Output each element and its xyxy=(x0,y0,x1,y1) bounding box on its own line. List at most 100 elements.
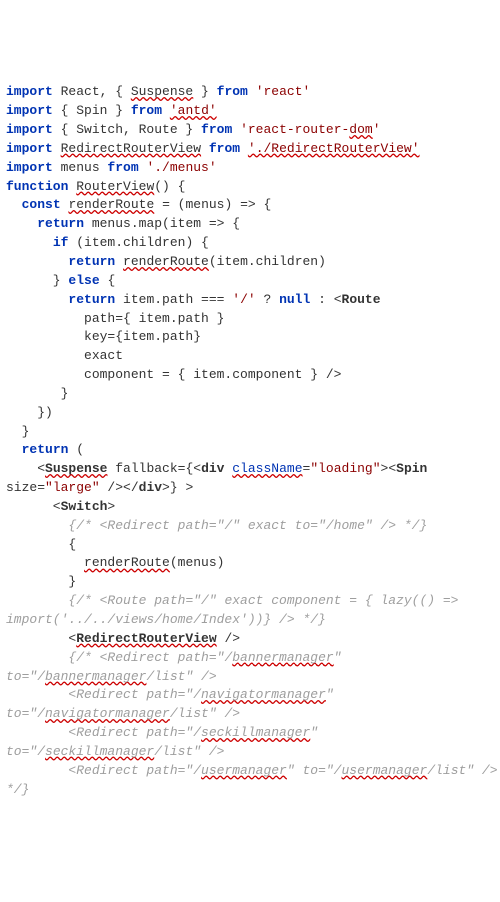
code-token: " to="/ xyxy=(287,763,342,778)
code-token: Switch xyxy=(61,499,108,514)
code-token: >} > xyxy=(162,480,193,495)
code-token: (menus) xyxy=(170,555,225,570)
code-token: } xyxy=(6,574,76,589)
code-token: } xyxy=(6,273,68,288)
code-token xyxy=(6,555,84,570)
code-token: './RedirectRouterView' xyxy=(248,141,420,156)
code-token: } xyxy=(193,84,216,99)
code-token: './menus' xyxy=(146,160,216,175)
code-line: <Switch> xyxy=(6,498,494,517)
code-token: from xyxy=(201,122,232,137)
code-token: menus.map(item => { xyxy=(84,216,240,231)
code-token: } xyxy=(6,424,29,439)
code-token: usermanager xyxy=(201,763,287,778)
code-token: from xyxy=(209,141,240,156)
code-token: navigatormanager xyxy=(45,706,170,721)
code-token: null xyxy=(279,292,310,307)
code-token xyxy=(162,103,170,118)
code-token: "large" xyxy=(45,480,100,495)
code-token: Suspense xyxy=(45,461,107,476)
code-line: size="large" /></div>} > xyxy=(6,479,494,498)
code-token: <Redirect path="/ xyxy=(6,763,201,778)
code-token xyxy=(6,593,68,608)
code-line: } else { xyxy=(6,272,494,291)
code-line: import React, { Suspense } from 'react' xyxy=(6,83,494,102)
code-line: to="/seckillmanager/list" /> xyxy=(6,743,494,762)
code-token: RedirectRouterView xyxy=(76,631,216,646)
code-token: menus xyxy=(53,160,108,175)
code-token: exact xyxy=(6,348,123,363)
code-token: to="/ xyxy=(6,744,45,759)
code-token: import xyxy=(6,141,53,156)
code-token: < xyxy=(6,499,61,514)
code-token: React, { xyxy=(53,84,131,99)
code-token: import('../../views/home/Index'))} /> */… xyxy=(6,612,326,627)
code-token: () { xyxy=(154,179,185,194)
code-token: /list" /> xyxy=(154,744,224,759)
code-token xyxy=(53,141,61,156)
code-token: if xyxy=(53,235,69,250)
code-token xyxy=(6,254,68,269)
code-token: size= xyxy=(6,480,45,495)
code-token xyxy=(6,650,68,665)
code-token: ' xyxy=(373,122,381,137)
code-token: " xyxy=(334,650,350,665)
code-token xyxy=(232,122,240,137)
code-line: } xyxy=(6,385,494,404)
code-token: to="/ xyxy=(6,706,45,721)
code-token xyxy=(6,197,22,212)
code-line: renderRoute(menus) xyxy=(6,554,494,573)
code-token: bannermanager xyxy=(45,669,146,684)
code-token: dom xyxy=(349,122,372,137)
code-line: return menus.map(item => { xyxy=(6,215,494,234)
code-line: <Redirect path="/seckillmanager" xyxy=(6,724,494,743)
code-token: }) xyxy=(6,405,53,420)
code-block: import React, { Suspense } from 'react'i… xyxy=(6,83,494,799)
code-token: { xyxy=(100,273,116,288)
code-token xyxy=(6,518,68,533)
code-token: /> xyxy=(217,631,240,646)
code-line: }) xyxy=(6,404,494,423)
code-line: import { Spin } from 'antd' xyxy=(6,102,494,121)
code-token: { xyxy=(6,537,76,552)
code-line: if (item.children) { xyxy=(6,234,494,253)
code-token: " xyxy=(310,725,326,740)
code-token: {/* <Redirect path="/" exact to="/home" … xyxy=(68,518,427,533)
code-line: {/* <Redirect path="/" exact to="/home" … xyxy=(6,517,494,536)
code-token: from xyxy=(107,160,138,175)
code-token: </ xyxy=(123,480,139,495)
code-token: import xyxy=(6,160,53,175)
code-token: Suspense xyxy=(131,84,193,99)
code-token: {/* <Redirect path="/ xyxy=(68,650,232,665)
code-line: return renderRoute(item.children) xyxy=(6,253,494,272)
code-token: import xyxy=(6,103,53,118)
code-line: import menus from './menus' xyxy=(6,159,494,178)
code-token: RedirectRouterView xyxy=(61,141,201,156)
code-token: >< xyxy=(381,461,397,476)
code-token: from xyxy=(131,103,162,118)
code-token: /> xyxy=(100,480,123,495)
code-line: to="/navigatormanager/list" /> xyxy=(6,705,494,724)
code-line: function RouterView() { xyxy=(6,178,494,197)
code-line: import('../../views/home/Index'))} /> */… xyxy=(6,611,494,630)
code-token: const xyxy=(22,197,61,212)
code-line: {/* <Redirect path="/bannermanager" xyxy=(6,649,494,668)
code-token: from xyxy=(217,84,248,99)
code-token: usermanager xyxy=(341,763,427,778)
code-token: ( xyxy=(68,442,84,457)
code-token: = (menus) => { xyxy=(154,197,271,212)
code-line: return item.path === '/' ? null : <Route xyxy=(6,291,494,310)
code-line: <Suspense fallback={<div className="load… xyxy=(6,460,494,479)
code-token: return xyxy=(68,254,115,269)
code-token: fallback={< xyxy=(107,461,201,476)
code-line: to="/bannermanager/list" /> xyxy=(6,668,494,687)
code-line: <Redirect path="/navigatormanager" xyxy=(6,686,494,705)
code-token: return xyxy=(68,292,115,307)
code-token: } xyxy=(6,386,68,401)
code-line: key={item.path} xyxy=(6,328,494,347)
code-token: Spin xyxy=(396,461,427,476)
code-token: { Spin } xyxy=(53,103,131,118)
code-token xyxy=(248,84,256,99)
code-token: > xyxy=(107,499,115,514)
code-token: < xyxy=(6,631,76,646)
